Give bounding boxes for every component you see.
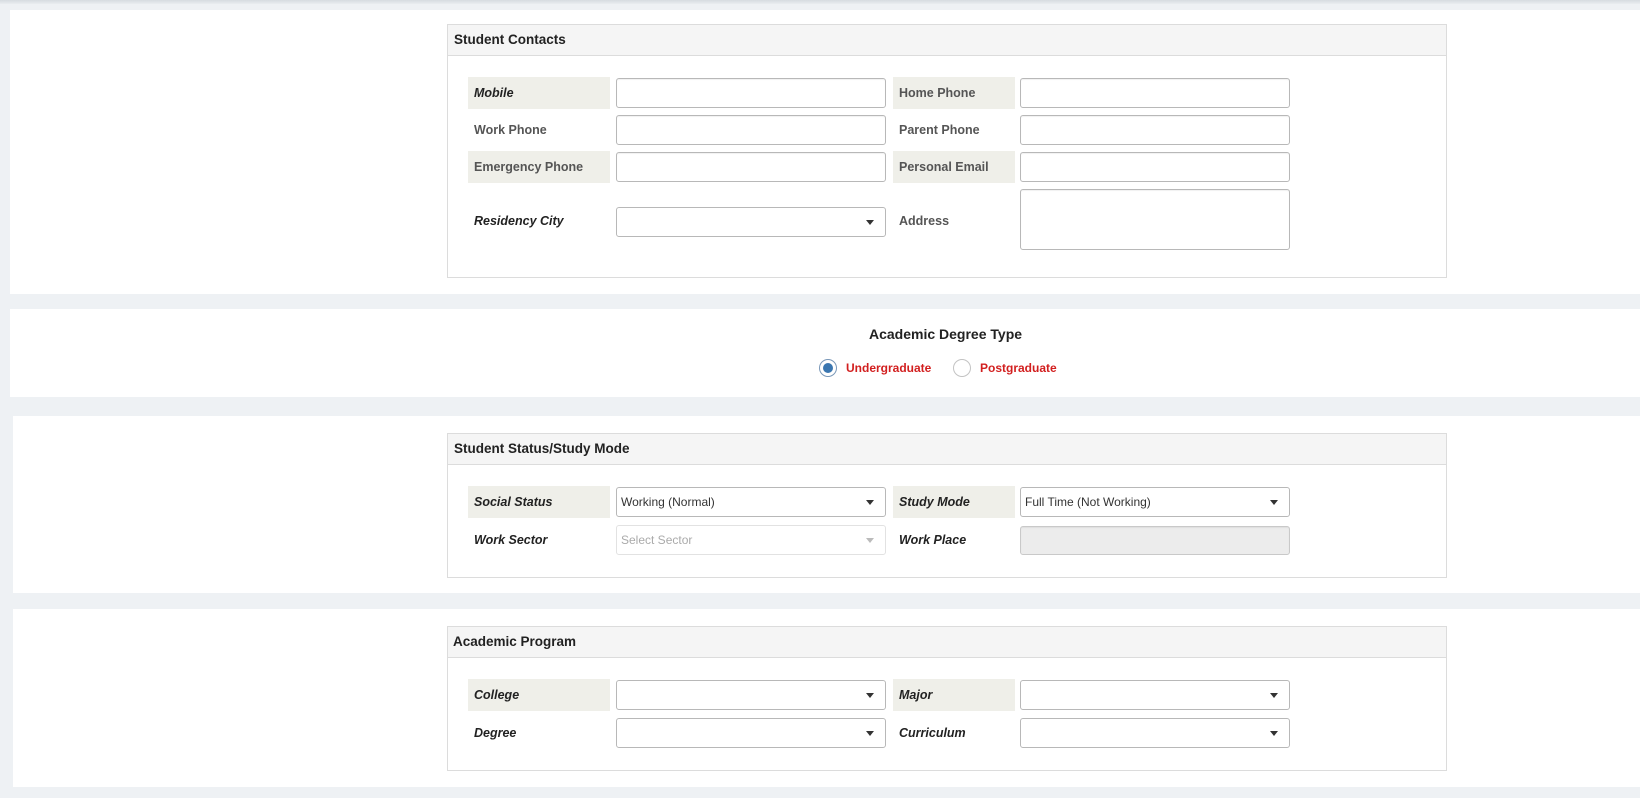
top-bar	[0, 0, 1640, 4]
work-sector-placeholder: Select Sector	[621, 533, 693, 547]
home-phone-input[interactable]	[1020, 78, 1290, 108]
degree-select[interactable]	[616, 718, 886, 748]
social-status-value: Working (Normal)	[621, 495, 715, 509]
work-place-label: Work Place	[899, 533, 967, 547]
radio-checked-icon[interactable]	[819, 359, 837, 377]
parent-phone-input[interactable]	[1020, 115, 1290, 145]
chevron-down-icon	[866, 220, 874, 225]
emergency-phone-input[interactable]	[616, 152, 886, 182]
radio-unchecked-icon[interactable]	[953, 359, 971, 377]
home-phone-label: Home Phone	[893, 77, 1015, 109]
chevron-down-icon	[866, 731, 874, 736]
address-textarea[interactable]	[1020, 189, 1290, 250]
emergency-phone-label: Emergency Phone	[468, 151, 610, 183]
address-label: Address	[899, 214, 950, 228]
study-mode-value: Full Time (Not Working)	[1025, 495, 1151, 509]
mobile-label: Mobile	[468, 77, 610, 109]
work-place-input[interactable]	[1020, 526, 1290, 555]
work-sector-label: Work Sector	[474, 533, 548, 547]
major-label: Major	[893, 679, 1015, 711]
degree-label: Degree	[474, 726, 517, 740]
parent-phone-label: Parent Phone	[899, 123, 980, 137]
panel-title: Academic Program	[448, 627, 1446, 658]
major-select[interactable]	[1020, 680, 1290, 710]
work-sector-select[interactable]: Select Sector	[616, 525, 886, 555]
student-status-panel: Student Status/Study Mode Social Status …	[447, 433, 1447, 578]
mobile-input[interactable]	[616, 78, 886, 108]
work-phone-input[interactable]	[616, 115, 886, 145]
panel-title: Student Contacts	[448, 25, 1446, 56]
radio-undergraduate[interactable]: Undergraduate	[819, 359, 931, 377]
academic-program-panel: Academic Program College Major Degree Cu…	[447, 626, 1447, 771]
degree-type-card	[10, 309, 1640, 397]
personal-email-input[interactable]	[1020, 152, 1290, 182]
residency-city-label: Residency City	[474, 214, 564, 228]
curriculum-select[interactable]	[1020, 718, 1290, 748]
chevron-down-icon	[1270, 693, 1278, 698]
student-contacts-panel: Student Contacts Mobile Home Phone Work …	[447, 24, 1447, 278]
college-label: College	[468, 679, 610, 711]
chevron-down-icon	[866, 538, 874, 543]
chevron-down-icon	[1270, 731, 1278, 736]
radio-postgraduate-label: Postgraduate	[980, 361, 1057, 375]
chevron-down-icon	[866, 693, 874, 698]
panel-title: Student Status/Study Mode	[448, 434, 1446, 465]
radio-undergraduate-label: Undergraduate	[846, 361, 932, 375]
radio-postgraduate[interactable]: Postgraduate	[953, 359, 1057, 377]
social-status-select[interactable]: Working (Normal)	[616, 487, 886, 517]
residency-city-select[interactable]	[616, 207, 886, 237]
degree-type-title: Academic Degree Type	[869, 326, 1023, 342]
personal-email-label: Personal Email	[893, 151, 1015, 183]
work-phone-label: Work Phone	[474, 123, 547, 137]
chevron-down-icon	[866, 500, 874, 505]
chevron-down-icon	[1270, 500, 1278, 505]
social-status-label: Social Status	[468, 486, 610, 518]
curriculum-label: Curriculum	[899, 726, 966, 740]
college-select[interactable]	[616, 680, 886, 710]
study-mode-label: Study Mode	[893, 486, 1015, 518]
study-mode-select[interactable]: Full Time (Not Working)	[1020, 487, 1290, 517]
